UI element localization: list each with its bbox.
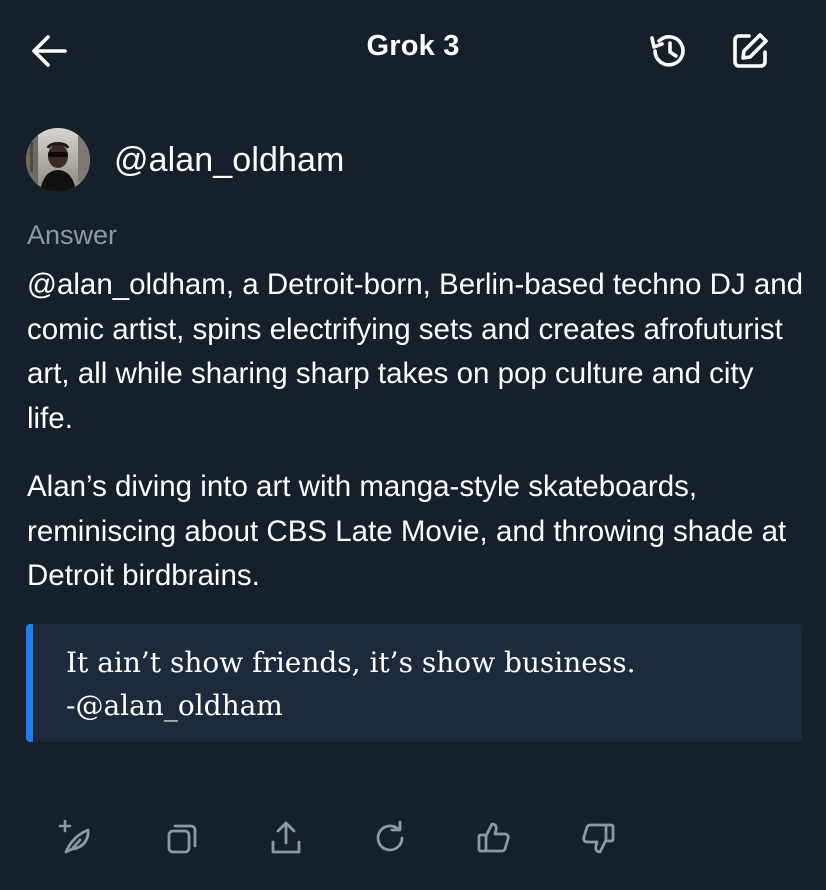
share-button[interactable] — [260, 812, 312, 864]
refresh-button[interactable] — [364, 812, 416, 864]
quote-text: It ain’t show friends, it’s show busines… — [66, 646, 636, 679]
dislike-button[interactable] — [572, 812, 624, 864]
top-bar: Grok 3 — [0, 0, 826, 100]
username[interactable]: @alan_oldham — [114, 141, 344, 180]
avatar-photo — [26, 128, 90, 192]
thumbs-up-icon — [477, 822, 510, 853]
like-button[interactable] — [468, 812, 520, 864]
avatar[interactable] — [26, 128, 90, 192]
regenerate-button[interactable] — [50, 812, 102, 864]
compose-icon — [733, 33, 768, 68]
copy-icon — [167, 824, 197, 854]
copy-button[interactable] — [156, 812, 208, 864]
regenerate-sparkle-icon — [58, 819, 90, 854]
quote-attribution: -@alan_oldham — [66, 689, 283, 722]
quote-accent-bar — [26, 624, 33, 742]
user-header: @alan_oldham — [26, 127, 344, 193]
page-title: Grok 3 — [366, 30, 460, 62]
refresh-icon — [376, 820, 404, 852]
answer-label: Answer — [27, 220, 118, 250]
thumbs-down-icon — [582, 823, 615, 854]
history-button[interactable] — [644, 26, 694, 76]
new-chat-button[interactable] — [725, 26, 775, 76]
answer-paragraph: Alan’s diving into art with manga-style … — [27, 470, 787, 592]
history-icon — [650, 35, 685, 67]
share-icon — [271, 821, 301, 854]
action-bar — [0, 812, 826, 864]
quote-content: It ain’t show friends, it’s show busines… — [66, 641, 636, 727]
answer-paragraph: @alan_oldham, a Detroit-born, Berlin-bas… — [27, 268, 804, 435]
quote-block: It ain’t show friends, it’s show busines… — [26, 624, 802, 742]
